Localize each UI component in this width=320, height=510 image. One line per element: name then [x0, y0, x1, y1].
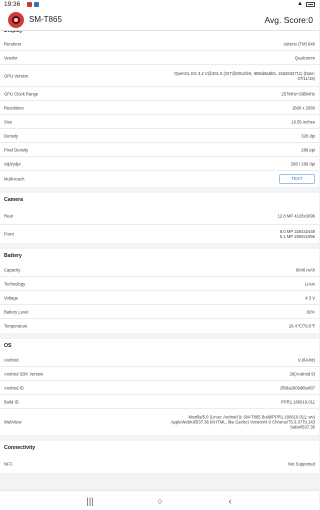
row-label: Capacity: [4, 267, 21, 272]
notification-icon: [27, 2, 32, 7]
camera-title: Camera: [4, 197, 24, 203]
wifi-icon: ▲: [297, 1, 303, 7]
row-value: PPR1.180610.011: [281, 399, 315, 404]
battery-card: Battery Capacity 6840 mAh Technology Li-ion…: [0, 249, 319, 333]
info-row: Density 320 dpi: [0, 129, 319, 143]
info-row: Pixel Density 286 ppi: [0, 143, 319, 157]
info-row: Build ID PPR1.180610.011: [0, 395, 319, 409]
app-bar: SM-T865 Avg. Score:0: [0, 9, 319, 31]
status-time: 19:36: [4, 1, 21, 8]
row-label: NFC: [4, 461, 13, 467]
row-value: 26.4℃/79.5℉: [288, 323, 315, 329]
info-row: Resolution 1600 x 2560: [0, 101, 319, 115]
row-label: Pixel Density: [4, 147, 29, 152]
row-label: Vendor: [4, 55, 18, 60]
info-row: Vendor Qualcomm: [0, 51, 319, 65]
info-row: GPU Version OpenGL ES 3.2 V@401.0 (GIT@09…: [0, 65, 319, 87]
status-bar: 19:36 ▲: [0, 0, 319, 9]
app-logo-icon: [8, 12, 24, 28]
row-value: 10.55 inches: [291, 119, 315, 124]
row-value: 320 dpi: [301, 133, 315, 138]
row-value: 6840 mAh: [295, 267, 315, 272]
info-row: Technology Li-ion: [0, 277, 319, 291]
row-value: 9 (64-bit): [298, 357, 315, 362]
info-row: xdpi/ydpi 286 / 286 dpi: [0, 157, 319, 171]
row-label: Android ID: [4, 385, 24, 390]
row-label: Size: [4, 119, 13, 124]
row-label: Voltage: [4, 295, 18, 300]
row-value: Li-ion: [304, 281, 315, 286]
info-row: Voltage 4.3 V: [0, 291, 319, 305]
row-value: 286 ppi: [301, 147, 315, 152]
row-value: 82%: [306, 309, 315, 314]
row-value: 8.0 MP 3264x2448 5.1 MP 2608x1956: [279, 229, 315, 239]
battery-title: Battery: [4, 253, 22, 259]
row-value: Mozilla/5.0 (Linux; Android 9; SM-T865 B…: [170, 414, 315, 430]
row-label: WebView: [4, 419, 22, 425]
row-value: OpenGL ES 3.2 V@401.0 (GIT@0912fe6, I855…: [174, 70, 315, 81]
notification-icon-2: [34, 2, 39, 7]
row-value: Not Supported: [287, 461, 315, 467]
row-label: Resolution: [4, 105, 24, 110]
recents-button[interactable]: |||: [75, 491, 105, 510]
camera-card: Camera Rear 12.8 MP 4128x3096 Front 8.0 MP …: [0, 193, 319, 243]
row-value: Qualcomm: [294, 55, 315, 60]
connectivity-card: Connectivity NFC Not Supported: [0, 441, 319, 473]
info-row: Battery Level 82%: [0, 305, 319, 319]
main-scroll[interactable]: Display Renderer Adreno (TM) 640 Vendor Qua…: [0, 31, 319, 490]
info-row: GPU Clock Range 257MHz~585MHz: [0, 87, 319, 101]
info-row: Front 8.0 MP 3264x2448 5.1 MP 2608x1956: [0, 225, 319, 243]
system-nav-bar: ||| ○ ‹: [0, 490, 319, 510]
display-card: Display Renderer Adreno (TM) 640 Vendor Qua…: [0, 31, 319, 187]
home-button[interactable]: ○: [145, 491, 175, 510]
device-title: SM-T865: [29, 15, 62, 24]
info-row: Android 9 (64-bit): [0, 353, 319, 367]
battery-icon: [306, 2, 315, 7]
row-label: Multi-touch: [4, 176, 25, 182]
info-row: Temperature 26.4℃/79.5℉: [0, 319, 319, 333]
avg-score: Avg. Score:0: [264, 15, 313, 25]
row-label: Android SDK Version: [4, 371, 44, 376]
row-value: 257MHz~585MHz: [281, 91, 315, 96]
row-label: GPU Clock Range: [4, 91, 39, 96]
info-row: Multi-touch TEST: [0, 171, 319, 187]
info-row: NFC Not Supported: [0, 455, 319, 473]
row-value: 4.3 V: [305, 295, 315, 300]
info-row: Capacity 6840 mAh: [0, 263, 319, 277]
row-label: Renderer: [4, 41, 22, 46]
back-button[interactable]: ‹: [215, 491, 245, 510]
row-label: Rear: [4, 213, 14, 218]
info-row: WebView Mozilla/5.0 (Linux; Android 9; SM…: [0, 409, 319, 435]
row-label: Android: [4, 357, 19, 362]
status-icons: ▲: [297, 0, 315, 9]
row-value: Adreno (TM) 640: [283, 41, 315, 46]
row-value: 286 / 286 dpi: [290, 161, 315, 166]
info-row: Rear 12.8 MP 4128x3096: [0, 207, 319, 225]
row-label: Temperature: [4, 323, 28, 329]
row-label: Technology: [4, 281, 26, 286]
row-label: Build ID: [4, 399, 19, 404]
info-row: Renderer Adreno (TM) 640: [0, 37, 319, 51]
row-value: 28(Android 9): [289, 371, 315, 376]
info-row: Android ID 2f59a2609d6bef87: [0, 381, 319, 395]
row-value: 2f59a2609d6bef87: [280, 385, 315, 390]
info-row: Android SDK Version 28(Android 9): [0, 367, 319, 381]
row-label: xdpi/ydpi: [4, 161, 21, 166]
row-value: 12.8 MP 4128x3096: [277, 213, 315, 218]
multitouch-test-button[interactable]: TEST: [279, 174, 315, 184]
row-label: Density: [4, 133, 18, 138]
row-label: Battery Level: [4, 309, 29, 314]
os-card: OS Android 9 (64-bit) Android SDK Version 2…: [0, 339, 319, 435]
row-label: GPU Version: [4, 73, 29, 78]
os-title: OS: [4, 343, 12, 349]
row-label: Front: [4, 231, 14, 237]
info-row: Size 10.55 inches: [0, 115, 319, 129]
row-value: 1600 x 2560: [291, 105, 315, 110]
connectivity-title: Connectivity: [4, 445, 36, 451]
